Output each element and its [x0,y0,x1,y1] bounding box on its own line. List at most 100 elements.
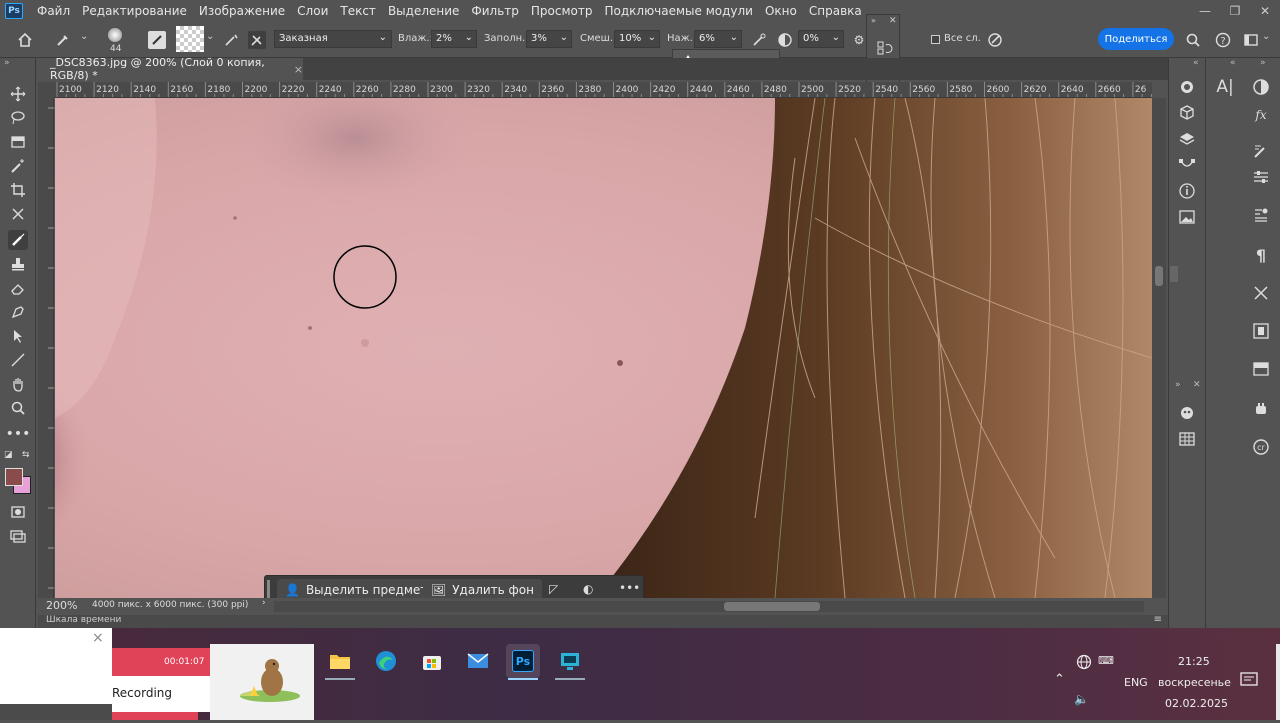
fx-styles-icon[interactable]: fx [1250,104,1272,126]
foreground-color-swatch[interactable] [5,468,23,486]
all-layers-checkbox[interactable] [931,35,940,44]
creative-cloud-icon[interactable]: cr [1250,436,1272,458]
adjustments-icon[interactable] [1176,76,1198,98]
pen-tool-icon[interactable] [8,302,28,322]
color-wheel-icon[interactable] [1250,76,1272,98]
marquee-tool-icon[interactable] [8,132,28,152]
clock-date[interactable]: 02.02.2025 [1165,697,1228,710]
move-tool-icon[interactable] [8,84,28,104]
expand-icon[interactable]: » [871,16,876,25]
horizontal-scrollbar[interactable] [274,601,1144,612]
notifications-icon[interactable] [1240,672,1258,688]
swap-colors-icon[interactable]: ⇆ [22,450,30,460]
load-field[interactable]: 3% ⌄ [526,30,572,48]
more-tools-icon[interactable]: ••• [6,424,31,444]
chevron-down-icon[interactable]: ⌄ [206,31,214,42]
close-icon[interactable]: × [294,63,303,76]
expand-icon[interactable]: » [1260,58,1266,68]
search-icon[interactable] [1184,31,1202,49]
tray-chevron-up-icon[interactable]: ⌃ [1054,672,1065,687]
menu-window[interactable]: Окно [759,4,803,18]
paragraph-icon[interactable]: ¶ [1250,244,1272,266]
menu-file[interactable]: Файл [31,4,76,18]
mix-field[interactable]: 10% ⌄ [614,30,660,48]
menu-select[interactable]: Выделение [382,4,465,18]
auto-clean-icon[interactable] [986,31,1004,49]
clone-source-icon[interactable] [1250,320,1272,342]
home-icon[interactable] [16,31,34,49]
zoom-tool-icon[interactable] [8,398,28,418]
show-desktop-edge[interactable] [1276,644,1280,720]
close-icon[interactable]: ✕ [1250,0,1280,22]
angle-icon[interactable] [776,31,794,49]
more-options-icon[interactable]: ••• [619,581,640,595]
minimize-icon[interactable]: — [1190,0,1220,22]
angle-field[interactable]: 0% ⌄ [798,30,844,48]
microsoft-store-icon[interactable] [415,644,449,678]
wetness-field[interactable]: 2% ⌄ [431,30,477,48]
menu-icon[interactable]: ≡ [1154,614,1162,625]
photoshop-taskbar-icon[interactable]: Ps [506,644,540,678]
image-panel-icon[interactable] [1176,206,1198,228]
plugin-icon[interactable] [1250,398,1272,420]
chevron-right-icon[interactable]: › [262,598,266,608]
chevron-down-icon[interactable]: ⌄ [1262,31,1270,42]
properties-icon[interactable] [1250,166,1272,188]
language-indicator[interactable]: ENG [1124,676,1148,689]
preset-dropdown[interactable]: Заказная ⌄ [274,30,392,48]
paths-icon[interactable] [1176,154,1198,176]
file-explorer-icon[interactable] [323,644,357,678]
expand-icon[interactable]: » [1175,380,1181,390]
brush-panel-icon[interactable] [148,31,166,49]
close-icon[interactable]: × [92,630,104,646]
vertical-scrollbar[interactable] [1152,98,1166,598]
menu-filter[interactable]: Фильтр [465,4,524,18]
magic-wand-icon[interactable] [8,156,28,176]
mail-icon[interactable] [461,644,495,678]
path-select-icon[interactable] [8,326,28,346]
tool-presets-icon[interactable] [1250,282,1272,304]
restore-icon[interactable]: ❐ [1220,0,1250,22]
eraser-tool-icon[interactable] [8,278,28,298]
close-icon[interactable]: ✕ [1193,380,1201,390]
collapse-icon[interactable]: « [1230,58,1236,68]
panel-resize-handle[interactable] [1170,266,1178,282]
expand-icon[interactable]: » [4,58,10,68]
workspace-icon[interactable] [1242,31,1260,49]
brush-settings-icon[interactable] [1250,140,1272,162]
adjustment-icon[interactable]: ◐ [583,582,593,596]
grid-icon[interactable] [1176,428,1198,450]
menu-plugins[interactable]: Подключаемые модули [598,4,759,18]
collapse-icon[interactable]: « [1193,58,1199,68]
load-swatch[interactable] [176,26,204,52]
default-colors-icon[interactable]: ◪ [4,450,13,460]
quick-mask-icon[interactable] [8,502,28,522]
scrollbar-thumb[interactable] [724,602,820,611]
clean-brush-icon[interactable] [248,31,266,49]
gradients-icon[interactable] [1250,358,1272,380]
character-icon[interactable]: A| [1214,76,1236,98]
hand-tool-icon[interactable] [8,374,28,394]
scrollbar-thumb[interactable] [1155,266,1163,286]
input-method-icon[interactable]: ⌨ [1098,654,1114,667]
timeline-label[interactable]: Шкала времени [46,615,121,625]
transform-icon[interactable]: ◸ [549,582,558,596]
stamp-tool-icon[interactable] [8,254,28,274]
close-icon[interactable]: ✕ [889,16,897,26]
thumbnail-preview[interactable] [210,644,314,720]
lasso-tool-icon[interactable] [8,108,28,128]
brush-preset-icon[interactable] [106,26,124,44]
share-button[interactable]: Поделиться [1098,28,1174,50]
load-brush-icon[interactable] [222,31,240,49]
frame-tool-icon[interactable] [8,204,28,224]
mixer-brush-icon[interactable] [54,31,72,49]
edge-browser-icon[interactable] [369,644,403,678]
zoom-level[interactable]: 200% [46,599,77,612]
document-canvas[interactable] [55,98,1152,598]
menu-help[interactable]: Справка [803,4,868,18]
brush-tool-icon[interactable] [8,230,28,250]
chevron-down-icon[interactable]: ⌄ [80,31,88,42]
layers-icon[interactable] [1176,128,1198,150]
network-globe-icon[interactable] [1076,654,1092,670]
3d-cube-icon[interactable] [1176,102,1198,124]
